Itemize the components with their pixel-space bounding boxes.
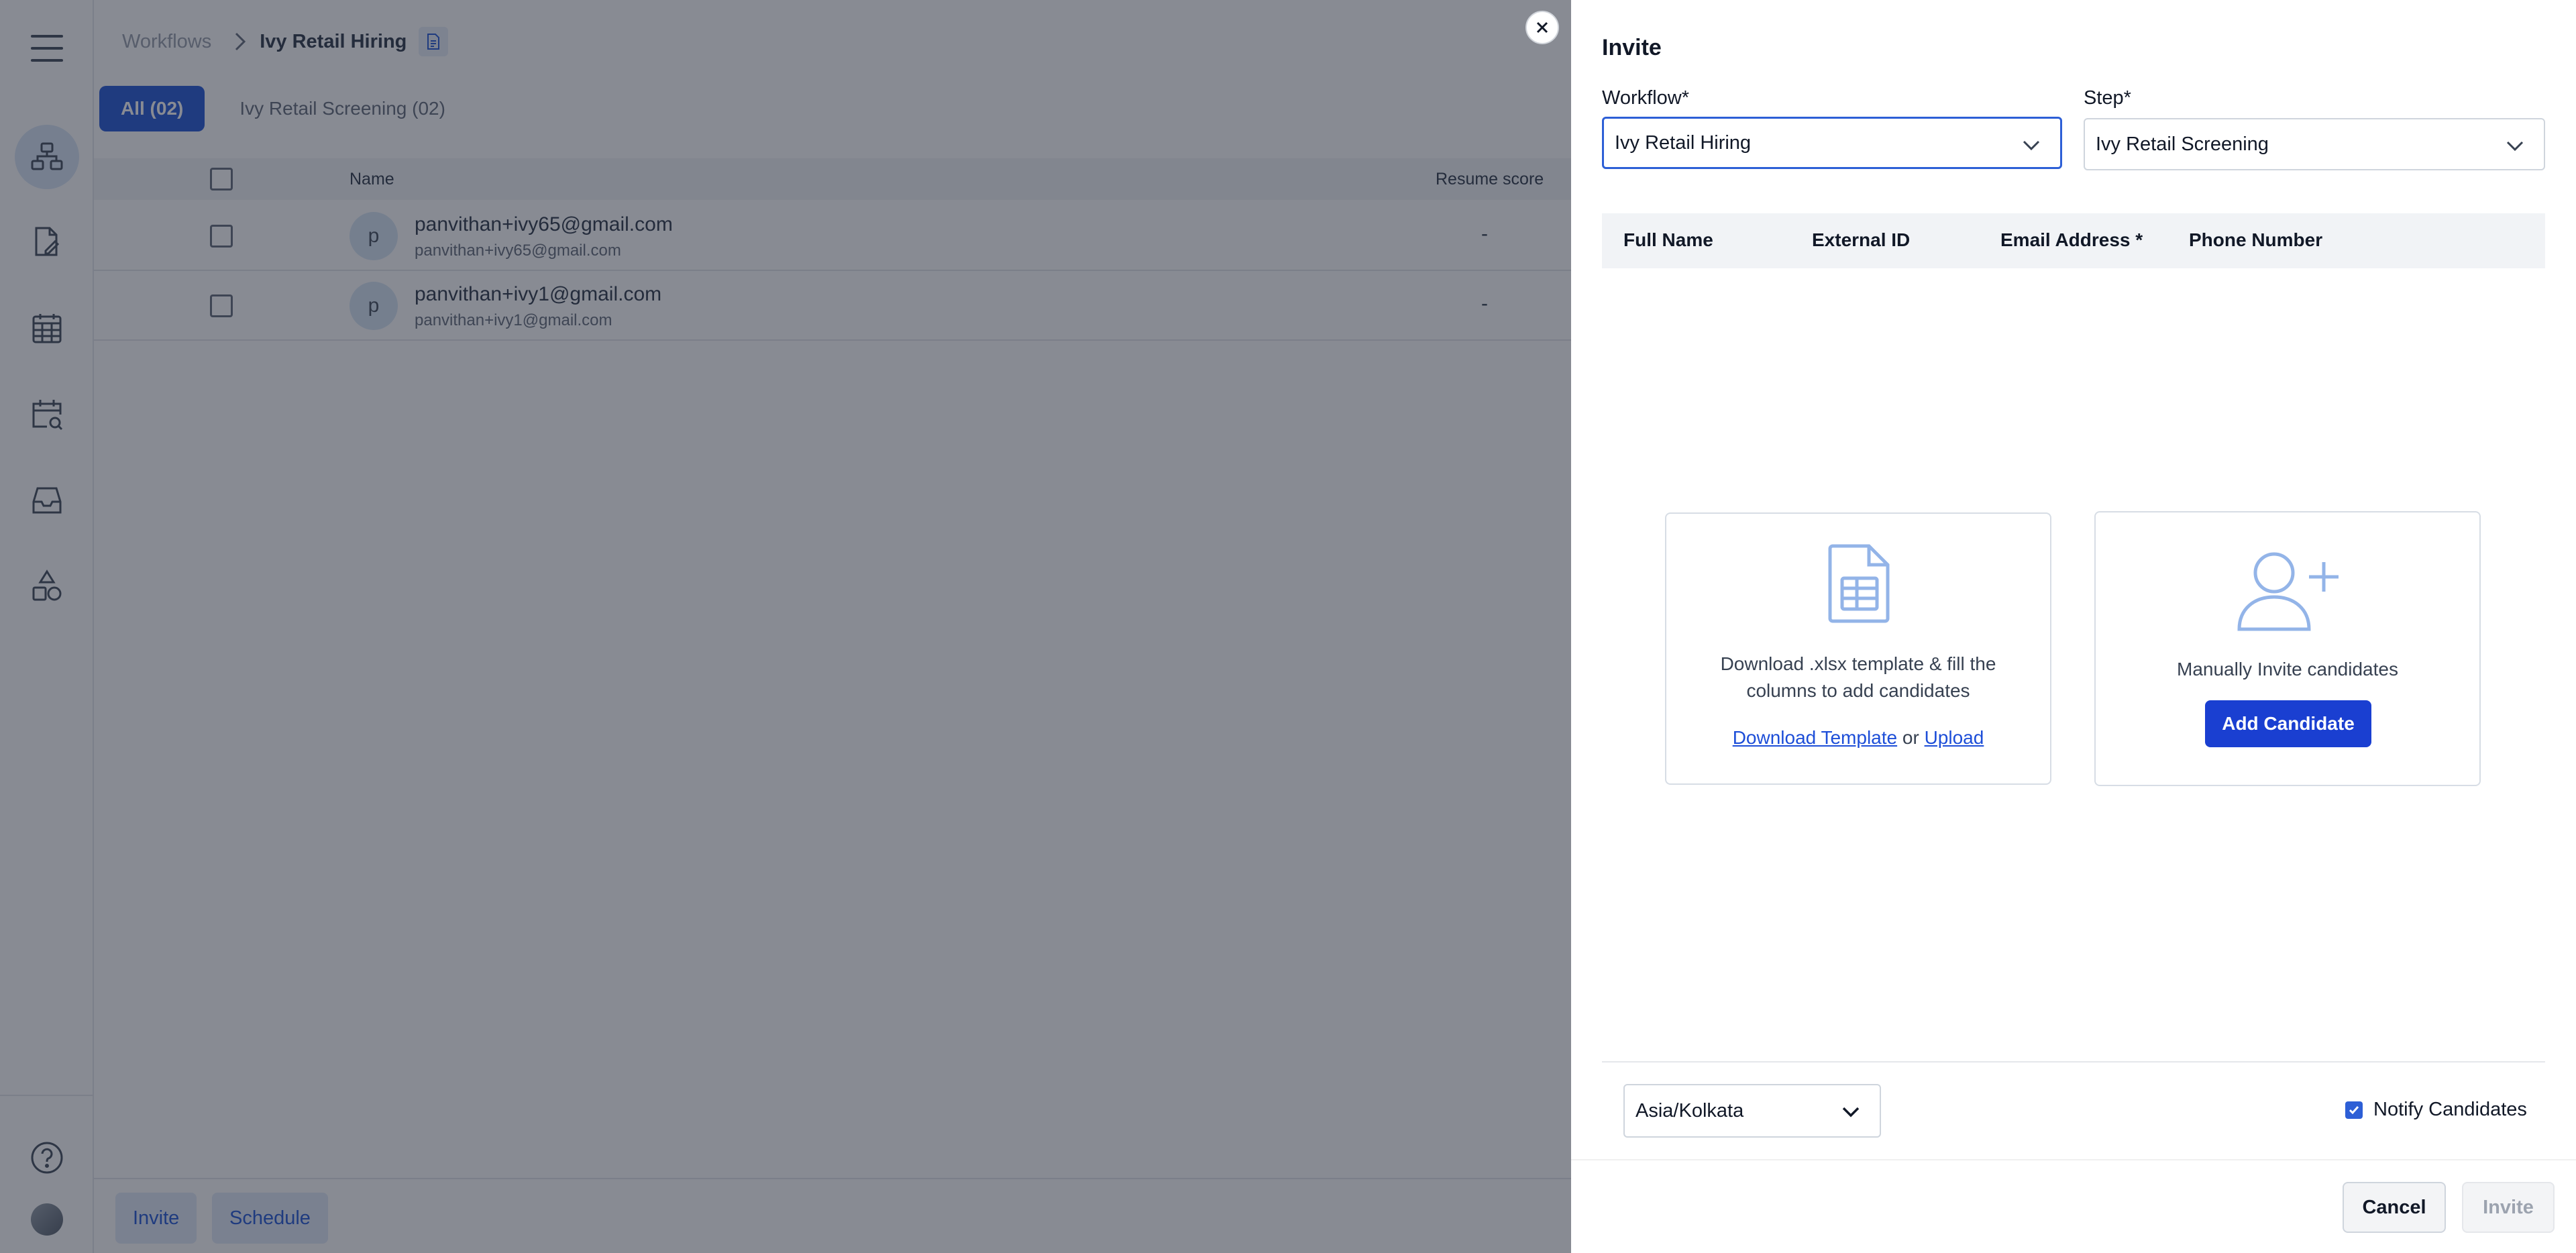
step-select[interactable]: Ivy Retail Screening xyxy=(2084,118,2545,170)
chevron-down-icon xyxy=(1842,1107,1860,1118)
step-select-value: Ivy Retail Screening xyxy=(2096,133,2269,155)
candidate-table-header: Full Name External ID Email Address * Ph… xyxy=(1602,213,2545,268)
checkmark-icon xyxy=(2349,1105,2359,1114)
column-external-id: External ID xyxy=(1812,229,1911,250)
manual-invite-text: Manually Invite candidates xyxy=(2177,659,2398,679)
add-user-icon xyxy=(2237,552,2339,631)
column-phone-number: Phone Number xyxy=(2189,229,2323,250)
upload-link[interactable]: Upload xyxy=(1925,727,1984,748)
column-full-name: Full Name xyxy=(1623,229,1713,250)
template-links: Download Template or Upload xyxy=(1666,727,2050,749)
drawer-divider xyxy=(1602,1061,2545,1063)
notify-candidates-label: Notify Candidates xyxy=(2373,1099,2527,1120)
column-email-address: Email Address * xyxy=(2000,229,2143,250)
download-template-link[interactable]: Download Template xyxy=(1733,727,1897,748)
invite-drawer: Invite Workflow* Ivy Retail Hiring Step*… xyxy=(1571,0,2576,1253)
close-drawer-button[interactable] xyxy=(1525,11,1559,44)
or-text: or xyxy=(1902,727,1919,748)
manual-invite-card: Manually Invite candidates Add Candidate xyxy=(2094,511,2481,786)
close-icon xyxy=(1536,21,1548,34)
drawer-actions: Cancel Invite xyxy=(1571,1159,2576,1253)
workflow-label: Workflow* xyxy=(1602,87,1689,109)
timezone-select[interactable]: Asia/Kolkata xyxy=(1623,1084,1881,1138)
chevron-down-icon xyxy=(2506,141,2524,152)
cancel-button[interactable]: Cancel xyxy=(2343,1182,2446,1233)
drawer-title: Invite xyxy=(1602,35,1662,60)
notify-candidates-toggle[interactable]: Notify Candidates xyxy=(2345,1099,2527,1121)
submit-invite-button[interactable]: Invite xyxy=(2462,1182,2555,1233)
upload-template-card: Download .xlsx template & fill the colum… xyxy=(1665,512,2051,785)
add-candidate-button[interactable]: Add Candidate xyxy=(2205,700,2371,747)
chevron-down-icon xyxy=(2023,140,2040,151)
template-instructions-line2: columns to add candidates xyxy=(1746,680,1970,701)
workflow-select-value: Ivy Retail Hiring xyxy=(1615,131,1752,154)
workflow-select[interactable]: Ivy Retail Hiring xyxy=(1602,117,2062,169)
timezone-value: Asia/Kolkata xyxy=(1635,1099,1744,1122)
notify-candidates-checkbox[interactable] xyxy=(2345,1101,2363,1119)
spreadsheet-file-icon xyxy=(1828,544,1890,623)
step-label: Step* xyxy=(2084,87,2131,109)
template-instructions-line1: Download .xlsx template & fill the xyxy=(1720,653,1996,674)
modal-backdrop[interactable] xyxy=(0,0,1571,1253)
